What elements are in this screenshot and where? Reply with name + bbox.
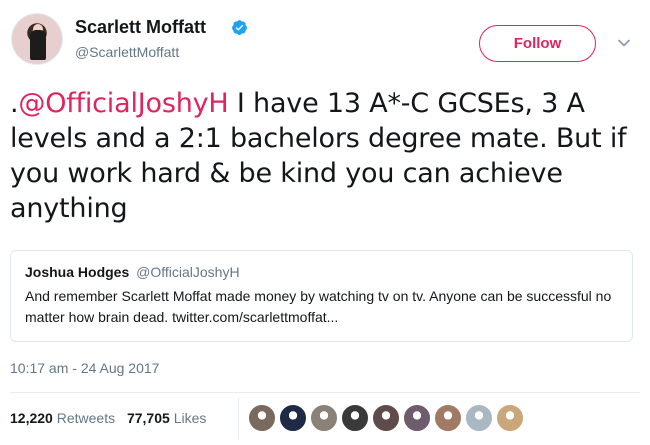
verified-badge-icon: [232, 20, 247, 35]
quoted-user-name: Joshua Hodges: [25, 264, 130, 280]
quoted-user-handle: @OfficialJoshyH: [136, 264, 240, 280]
retweets-count[interactable]: 12,220: [10, 410, 53, 426]
avatar-figure: [30, 30, 46, 60]
divider: [10, 392, 640, 393]
tweet-stats: 12,220 Retweets 77,705 Likes: [10, 410, 206, 426]
likes-label[interactable]: Likes: [174, 410, 207, 426]
liker-avatar-3[interactable]: [310, 404, 338, 432]
user-name[interactable]: Scarlett Moffatt: [75, 17, 206, 38]
stats-separator: [238, 398, 239, 440]
liker-avatar-5[interactable]: [372, 404, 400, 432]
likes-count[interactable]: 77,705: [127, 410, 170, 426]
quoted-tweet-header: Joshua Hodges @OfficialJoshyH: [25, 264, 618, 280]
liker-avatar-6[interactable]: [403, 404, 431, 432]
chevron-down-icon[interactable]: [617, 36, 631, 50]
liker-avatar-7[interactable]: [434, 404, 462, 432]
retweets-label[interactable]: Retweets: [57, 410, 115, 426]
mention-link[interactable]: @OfficialJoshyH: [18, 88, 228, 119]
user-handle[interactable]: @ScarlettMoffatt: [75, 44, 179, 60]
liker-avatar-2[interactable]: [279, 404, 307, 432]
tweet-header: Scarlett Moffatt @ScarlettMoffatt Follow: [0, 0, 650, 80]
quoted-tweet[interactable]: Joshua Hodges @OfficialJoshyH And rememb…: [10, 250, 633, 342]
liker-avatar-1[interactable]: [248, 404, 276, 432]
liker-avatar-9[interactable]: [496, 404, 524, 432]
tweet-timestamp[interactable]: 10:17 am - 24 Aug 2017: [10, 360, 159, 376]
follow-button[interactable]: Follow: [479, 25, 596, 62]
liker-avatar-4[interactable]: [341, 404, 369, 432]
liker-avatar-8[interactable]: [465, 404, 493, 432]
profile-avatar[interactable]: [11, 13, 63, 65]
tweet-text: .@OfficialJoshyH I have 13 A*-C GCSEs, 3…: [10, 86, 640, 226]
quoted-tweet-text: And remember Scarlett Moffat made money …: [25, 288, 612, 325]
